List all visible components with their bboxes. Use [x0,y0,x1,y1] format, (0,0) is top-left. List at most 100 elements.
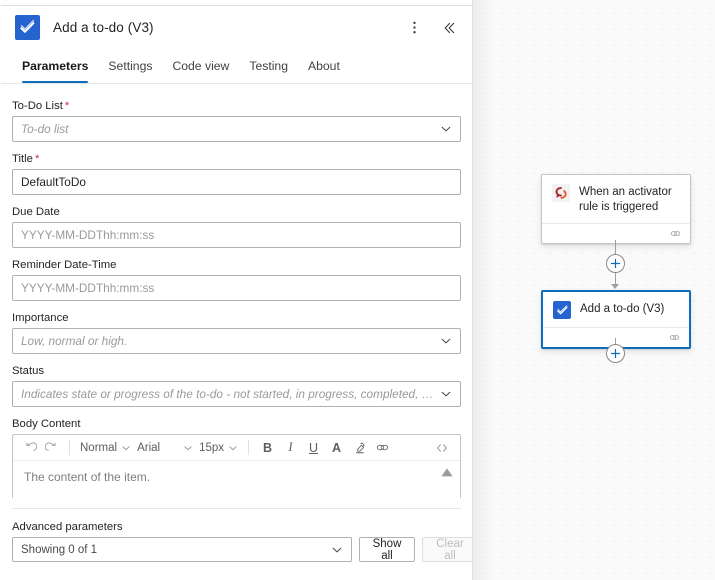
rich-text-editor: Normal Arial 15px B I U A The content of… [12,434,461,498]
node-title: When an activator rule is triggered [579,186,672,213]
chevron-down-icon [440,388,452,400]
style-value: Normal [80,441,118,454]
label-text: Title [12,153,33,166]
todo-checkmark-icon [15,15,40,41]
status-dropdown[interactable]: Indicates state or progress of the to-do… [12,381,461,408]
link-chain-icon[interactable] [668,331,681,344]
font-size-dropdown[interactable]: 15px [196,442,241,454]
field-label: To-Do List * [12,100,461,112]
more-options-icon[interactable] [403,17,425,39]
italic-button[interactable]: I [279,437,302,458]
tab-parameters[interactable]: Parameters [12,54,98,84]
node-header: When an activator rule is triggered [542,175,690,223]
todo-list-dropdown[interactable]: To-do list [12,116,461,143]
panel-header: Add a to-do (V3) [1,6,472,48]
collapse-panel-icon[interactable] [438,17,460,39]
flow-canvas[interactable]: When an activator rule is triggered Add … [473,0,715,580]
node-footer [542,223,690,243]
font-color-button[interactable]: A [325,437,348,458]
action-details-panel: Add a to-do (V3) Parameters Settings Cod… [1,0,473,580]
field-label: Body Content [12,418,81,431]
field-due-date: Due Date YYYY-MM-DDThh:mm:ss [12,206,461,249]
logic-app-designer: When an activator rule is triggered Add … [0,0,715,580]
flow-node-action[interactable]: Add a to-do (V3) [541,290,691,349]
field-label: Due Date [12,206,60,219]
field-importance: Importance Low, normal or high. [12,312,461,355]
field-label: Importance [12,312,69,325]
required-marker: * [34,153,40,166]
tab-label: Testing [249,59,288,74]
tab-label: Parameters [22,59,89,74]
tab-label: Code view [172,59,230,74]
reminder-input[interactable]: YYYY-MM-DDThh:mm:ss [12,275,461,302]
section-divider [12,508,461,509]
toolbar-divider [69,440,70,456]
dropdown-value: Showing 0 of 1 [21,543,98,556]
editor-scrollbar[interactable] [439,467,455,498]
field-body-content: Body Content Normal Arial 15px B I U A T… [12,418,461,498]
editor-content-area[interactable]: The content of the item. [13,460,460,498]
chevron-down-icon [440,335,452,347]
due-date-input[interactable]: YYYY-MM-DDThh:mm:ss [12,222,461,249]
tab-about[interactable]: About [298,54,350,83]
dropdown-placeholder: To-do list [21,122,69,137]
font-value: Arial [137,441,161,454]
advanced-parameters-row: Showing 0 of 1 Show all Clear all [12,537,472,562]
redo-icon[interactable] [41,437,62,458]
field-label: Reminder Date-Time [12,259,117,272]
connector-arrow [611,284,619,289]
node-title: Add a to-do (V3) [580,303,665,315]
link-chain-icon[interactable] [669,227,682,240]
field-status: Status Indicates state or progress of th… [12,365,461,408]
highlight-icon[interactable] [348,437,371,458]
importance-dropdown[interactable]: Low, normal or high. [12,328,461,355]
chevron-down-icon [440,123,452,135]
input-placeholder: YYYY-MM-DDThh:mm:ss [21,281,155,296]
parameters-form: To-Do List * To-do list Title * DefaultToD… [1,84,472,498]
tab-testing[interactable]: Testing [239,54,298,83]
field-label: Title * [12,153,461,165]
tab-settings[interactable]: Settings [98,54,162,83]
panel-tabs: Parameters Settings Code view Testing Ab… [1,54,472,85]
clear-all-button: Clear all [422,537,472,562]
panel-title: Add a to-do (V3) [53,20,154,36]
field-reminder-date-time: Reminder Date-Time YYYY-MM-DDThh:mm:ss [12,259,461,302]
toolbar-divider [248,440,249,456]
tab-label: Settings [108,59,153,74]
editor-placeholder: The content of the item. [24,470,151,485]
underline-button[interactable]: U [302,437,325,458]
node-header: Add a to-do (V3) [543,292,689,327]
advanced-parameters-label: Advanced parameters [12,521,123,533]
advanced-parameters-dropdown[interactable]: Showing 0 of 1 [12,537,352,562]
font-family-dropdown[interactable]: Arial [134,442,196,454]
bold-button[interactable]: B [256,437,279,458]
scroll-up-icon[interactable] [440,467,454,478]
tab-label: About [307,59,340,74]
show-all-button[interactable]: Show all [359,537,415,562]
editor-toolbar: Normal Arial 15px B I U A [13,435,460,460]
field-label: Status [12,365,45,378]
canvas-edge-shadow [473,0,495,580]
link-icon[interactable] [371,437,394,458]
add-step-end-button[interactable] [606,344,625,363]
flow-node-trigger[interactable]: When an activator rule is triggered [541,174,691,244]
add-step-between-button[interactable] [606,254,625,273]
paragraph-style-dropdown[interactable]: Normal [77,442,134,454]
title-input[interactable]: DefaultToDo [12,169,461,196]
code-view-icon[interactable] [430,437,453,458]
size-value: 15px [199,441,224,454]
label-text: To-Do List [12,100,63,113]
activator-icon [552,184,570,202]
advanced-parameters-section: Advanced parameters Showing 0 of 1 Show … [1,498,472,580]
input-value: DefaultToDo [21,175,86,190]
todo-checkmark-icon [553,301,571,319]
field-todo-list: To-Do List * To-do list [12,100,461,143]
field-title: Title * DefaultToDo [12,153,461,196]
dropdown-placeholder: Low, normal or high. [21,334,128,349]
input-placeholder: YYYY-MM-DDThh:mm:ss [21,228,155,243]
required-marker: * [64,100,70,113]
chevron-down-icon [331,544,343,556]
dropdown-placeholder: Indicates state or progress of the to-do… [21,387,434,402]
undo-icon[interactable] [20,437,41,458]
tab-code-view[interactable]: Code view [162,54,239,83]
